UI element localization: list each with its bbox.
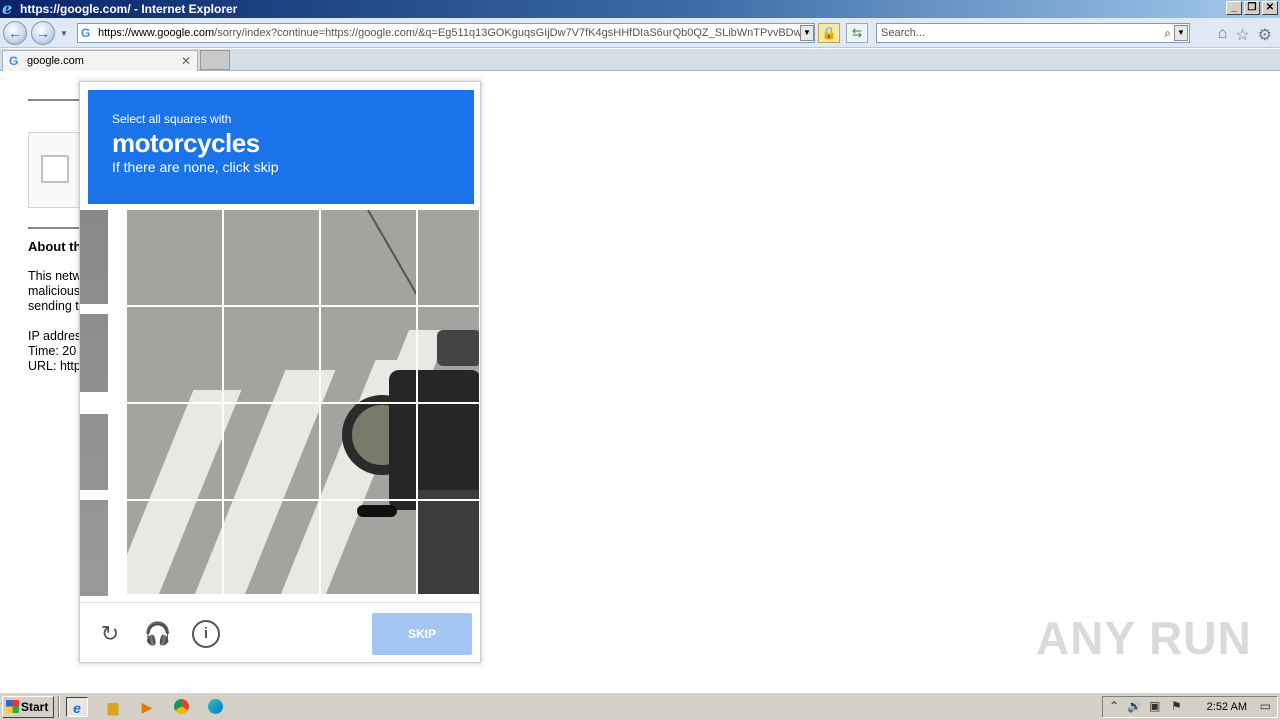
info-icon[interactable]: i [192,620,220,648]
ip-line: IP addres [28,329,82,343]
tab-google[interactable]: G google.com ✕ [2,50,198,71]
google-favicon-icon: G [81,26,91,40]
edge-icon[interactable] [204,697,226,717]
tab-bar: G google.com ✕ [0,49,1280,71]
challenge-footer: ↻ 🎧 i SKIP [80,602,480,662]
grid-tile[interactable] [224,210,321,307]
page-content: About th This netw malicious sending t I… [0,71,1280,692]
reload-icon[interactable]: ↻ [96,620,124,648]
taskbar: Start e ▆ ▶ ⌃ 🔊 ▣ ⚑ 2:52 AM ▭ [0,692,1280,720]
grid-tile[interactable] [418,210,480,307]
url-line: URL: http [28,359,81,373]
search-input[interactable]: Search... ⌕ ▼ [876,23,1190,43]
para-line: This netw [28,269,82,283]
address-path: /sorry/index?continue=https://google.com… [214,27,808,39]
captcha-challenge: Select all squares with motorcycles If t… [79,81,481,663]
restore-button[interactable]: ❐ [1244,1,1260,15]
grid-tile[interactable] [224,307,321,404]
request-info: IP addres Time: 20 URL: http [28,329,81,374]
start-label: Start [21,700,49,714]
image-grid [127,210,480,596]
grid-tile[interactable] [418,501,480,596]
home-icon[interactable]: ⌂ [1218,25,1228,45]
about-heading: About th [28,239,82,254]
system-tray: ⌃ 🔊 ▣ ⚑ 2:52 AM ▭ [1102,696,1278,718]
headphones-icon[interactable]: 🎧 [144,620,172,648]
back-arrow-icon: ← [8,25,22,41]
media-player-icon[interactable]: ▶ [136,697,158,717]
grid-tile[interactable] [127,307,224,404]
grid-tile[interactable] [418,307,480,404]
close-tab-icon[interactable]: ✕ [181,51,191,71]
history-dropdown-icon[interactable]: ▼ [60,29,68,38]
grid-tile[interactable] [224,501,321,596]
favorites-star-icon[interactable]: ☆ [1235,25,1249,45]
minimize-button[interactable]: _ [1226,1,1242,15]
clock[interactable]: 2:52 AM [1207,701,1247,713]
search-placeholder: Search... [881,27,926,39]
action-center-flag-icon[interactable]: ⚑ [1171,699,1182,713]
challenge-header: Select all squares with motorcycles If t… [88,90,474,204]
grid-tile[interactable] [418,404,480,501]
skip-button[interactable]: SKIP [372,613,472,655]
previous-image-strip [80,210,108,596]
address-dropdown-icon[interactable]: ▼ [800,25,814,41]
window-title: https://google.com/ - Internet Explorer [20,2,238,16]
tab-label: google.com [27,55,84,67]
network-icon[interactable]: ▣ [1149,699,1160,713]
lock-icon[interactable]: 🔒 [818,23,840,43]
para-line: sending t [28,299,79,313]
grid-tile[interactable] [127,501,224,596]
address-bar[interactable]: G https://www.google.com/sorry/index?con… [77,23,815,43]
internet-explorer-icon[interactable]: e [66,697,88,717]
windows-flag-icon [6,700,19,713]
navigation-bar: ← → ▼ G https://www.google.com/sorry/ind… [0,18,1280,48]
time-line: Time: 20 [28,344,77,358]
para-line: malicious [28,284,81,298]
show-hidden-icons-icon[interactable]: ⌃ [1109,699,1119,713]
start-button[interactable]: Start [2,696,54,718]
search-dropdown-icon[interactable]: ▼ [1174,25,1188,41]
chrome-icon[interactable] [170,697,192,717]
challenge-instruction: Select all squares with [112,112,232,126]
title-bar: e https://google.com/ - Internet Explore… [0,0,1280,18]
watermark-logo: ANY RUN [1036,612,1252,664]
search-icon[interactable]: ⌕ [1164,24,1171,42]
internet-explorer-icon: e [2,0,13,18]
grid-tile[interactable] [127,210,224,307]
new-tab-button[interactable] [200,50,230,70]
grid-tile[interactable] [224,404,321,501]
show-desktop-icon[interactable]: ▭ [1260,699,1271,713]
gear-icon[interactable]: ⚙ [1258,25,1272,45]
challenge-hint: If there are none, click skip [112,159,279,175]
google-favicon-icon: G [9,54,19,68]
refresh-icon[interactable]: ⇆ [846,23,868,43]
volume-icon[interactable]: 🔊 [1127,699,1142,713]
close-window-button[interactable]: ✕ [1262,1,1278,15]
address-host: https://www.google.com [98,27,215,39]
challenge-target: motorcycles [112,128,260,158]
back-button[interactable]: ← [3,21,27,45]
file-explorer-icon[interactable]: ▆ [102,697,124,717]
forward-button[interactable]: → [31,21,55,45]
grid-tile[interactable] [321,307,418,404]
forward-arrow-icon: → [36,25,50,41]
grid-tile[interactable] [321,404,418,501]
grid-tile[interactable] [321,210,418,307]
recaptcha-checkbox[interactable] [41,155,69,183]
grid-tile[interactable] [127,404,224,501]
grid-tile[interactable] [321,501,418,596]
explanation-paragraph: This netw malicious sending t [28,269,82,314]
